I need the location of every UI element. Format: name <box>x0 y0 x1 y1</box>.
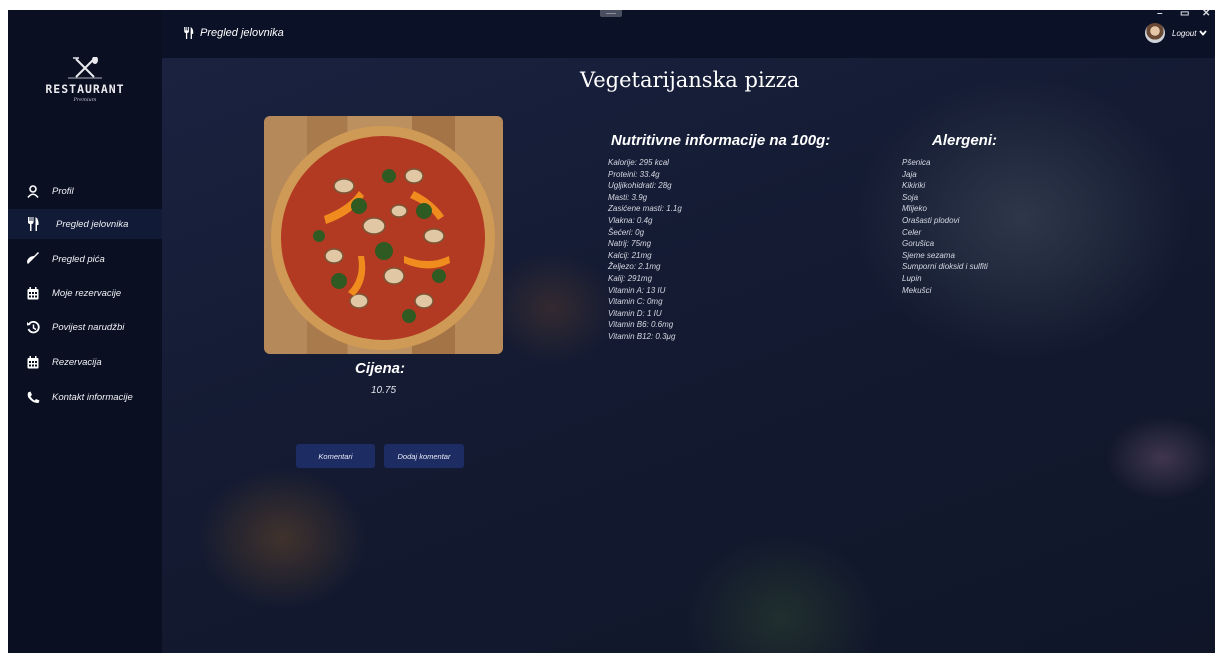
allergen-item: Lupin <box>902 273 922 283</box>
history-icon <box>26 320 40 334</box>
nutrition-item: Kalorije: 295 kcal <box>608 158 669 167</box>
nutrition-item: Vlakna: 0.4g <box>608 215 653 225</box>
avatar[interactable] <box>1145 23 1165 43</box>
price-label: Cijena: <box>355 360 406 377</box>
dish-image <box>264 116 503 354</box>
logout-label: Logout <box>1172 29 1197 38</box>
restaurant-logo: RESTAURANT Premium <box>38 57 132 115</box>
sidebar-item-label: Rezervacija <box>52 356 102 368</box>
allergen-item: Gorušica <box>902 239 935 249</box>
allergen-item: Soja <box>902 192 919 202</box>
nutrition-item: Proteini: 33.4g <box>608 169 660 179</box>
dish-title: Vegetarijanska pizza <box>580 68 800 92</box>
nutrition-item: Vitamin B6: 0.6mg <box>608 320 674 330</box>
nutrition-title: Nutritivne informacije na 100g: <box>611 132 831 149</box>
fork-knife-icon <box>26 217 40 231</box>
calendar-icon <box>26 355 40 369</box>
top-bar: Pregled jelovnika – ▭ ✕ Logout <box>162 10 1215 58</box>
nutrition-item: Vitamin A: 13 IU <box>608 285 666 295</box>
drag-handle[interactable] <box>600 10 622 17</box>
add-comment-button[interactable]: Dodaj komentar <box>384 444 464 468</box>
allergens-list: Pšenica Jaja Kikiriki Soja Mlijeko Oraša… <box>902 157 988 296</box>
close-button[interactable]: ✕ <box>1202 10 1210 19</box>
logo-subtitle: Premium <box>73 97 97 103</box>
nutrition-item: Vitamin B12: 0.3μg <box>608 331 676 341</box>
allergen-item: Jaja <box>902 169 917 179</box>
sidebar-item-moje-rezervacije[interactable]: Moje rezervacije <box>8 278 162 308</box>
nutrition-list: Kalorije: 295 kcal Proteini: 33.4g Uglji… <box>608 157 682 343</box>
nutrition-item: Vitamin C: 0mg <box>608 297 663 307</box>
allergen-item: Sjeme sezama <box>902 250 955 260</box>
allergen-item: Mlijeko <box>902 204 927 214</box>
comments-button[interactable]: Komentari <box>296 444 375 468</box>
maximize-button[interactable]: ▭ <box>1180 10 1189 19</box>
nutrition-item: Masti: 3.9g <box>608 192 648 202</box>
chevron-down-icon <box>1199 29 1208 38</box>
sidebar: RESTAURANT Premium Profil Pregled jelovn… <box>8 10 162 653</box>
nutrition-item: Zasićene masti: 1.1g <box>608 204 682 214</box>
sidebar-item-label: Pregled pića <box>52 253 105 265</box>
allergen-item: Sumporni dioksid i sulfiti <box>902 262 988 272</box>
price-value: 10.75 <box>371 385 397 396</box>
nutrition-item: Željezo: 2.1mg <box>608 262 661 272</box>
sidebar-item-pregled-pica[interactable]: Pregled pića <box>8 244 162 274</box>
crossed-utensils-icon <box>68 57 102 79</box>
user-icon <box>26 184 40 198</box>
fork-knife-icon <box>183 27 194 39</box>
app-window: RESTAURANT Premium Profil Pregled jelovn… <box>8 10 1215 653</box>
drink-icon <box>26 252 40 266</box>
sidebar-item-label: Povijest narudžbi <box>52 321 125 333</box>
allergen-item: Celer <box>902 227 922 237</box>
sidebar-item-kontakt-informacije[interactable]: Kontakt informacije <box>8 382 162 412</box>
allergen-item: Mekušci <box>902 285 932 295</box>
nutrition-item: Šećeri: 0g <box>608 227 645 237</box>
allergen-item: Kikiriki <box>902 181 926 191</box>
sidebar-item-label: Profil <box>52 185 74 197</box>
nutrition-item: Natrij: 75mg <box>608 239 652 249</box>
sidebar-item-label: Kontakt informacije <box>52 391 133 403</box>
page-title: Pregled jelovnika <box>183 27 284 39</box>
allergen-item: Pšenica <box>902 158 931 167</box>
sidebar-item-profil[interactable]: Profil <box>8 176 162 206</box>
calendar-icon <box>26 286 40 300</box>
sidebar-item-label: Pregled jelovnika <box>56 218 129 230</box>
logo-title: RESTAURANT <box>45 82 125 96</box>
logout-dropdown[interactable]: Logout <box>1172 29 1208 38</box>
sidebar-item-pregled-jelovnika[interactable]: Pregled jelovnika <box>8 209 162 239</box>
nutrition-item: Kalcij: 21mg <box>608 250 652 260</box>
nutrition-item: Kalij: 291mg <box>608 273 653 283</box>
sidebar-item-povijest-narudzbi[interactable]: Povijest narudžbi <box>8 312 162 342</box>
allergen-item: Orašasti plodovi <box>902 215 960 225</box>
sidebar-item-rezervacija[interactable]: Rezervacija <box>8 347 162 377</box>
sidebar-item-label: Moje rezervacije <box>52 287 122 299</box>
main-content: Vegetarijanska pizza Cijena: 10.75 Komen… <box>162 58 1215 653</box>
page-title-text: Pregled jelovnika <box>200 27 284 39</box>
nutrition-item: Ugljikohidrati: 28g <box>608 181 672 191</box>
phone-icon <box>26 390 40 404</box>
allergens-title: Alergeni: <box>932 132 998 149</box>
nutrition-item: Vitamin D: 1 IU <box>608 308 662 318</box>
minimize-button[interactable]: – <box>1157 10 1163 19</box>
